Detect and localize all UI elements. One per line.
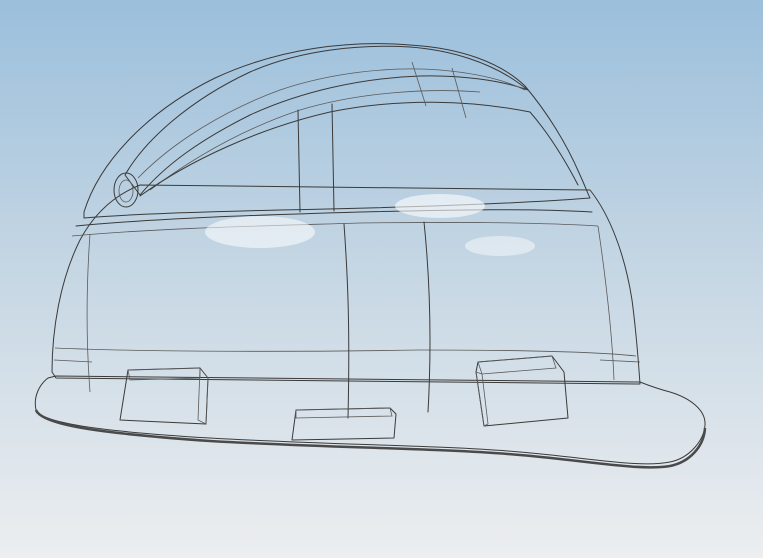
- cad-viewport[interactable]: [0, 0, 763, 558]
- viewport-background: [0, 0, 763, 558]
- shell-highlight-1: [205, 216, 315, 248]
- helmet-model-canvas[interactable]: [0, 0, 763, 558]
- shell-highlight-3: [465, 236, 535, 256]
- shell-highlight-2: [395, 194, 485, 218]
